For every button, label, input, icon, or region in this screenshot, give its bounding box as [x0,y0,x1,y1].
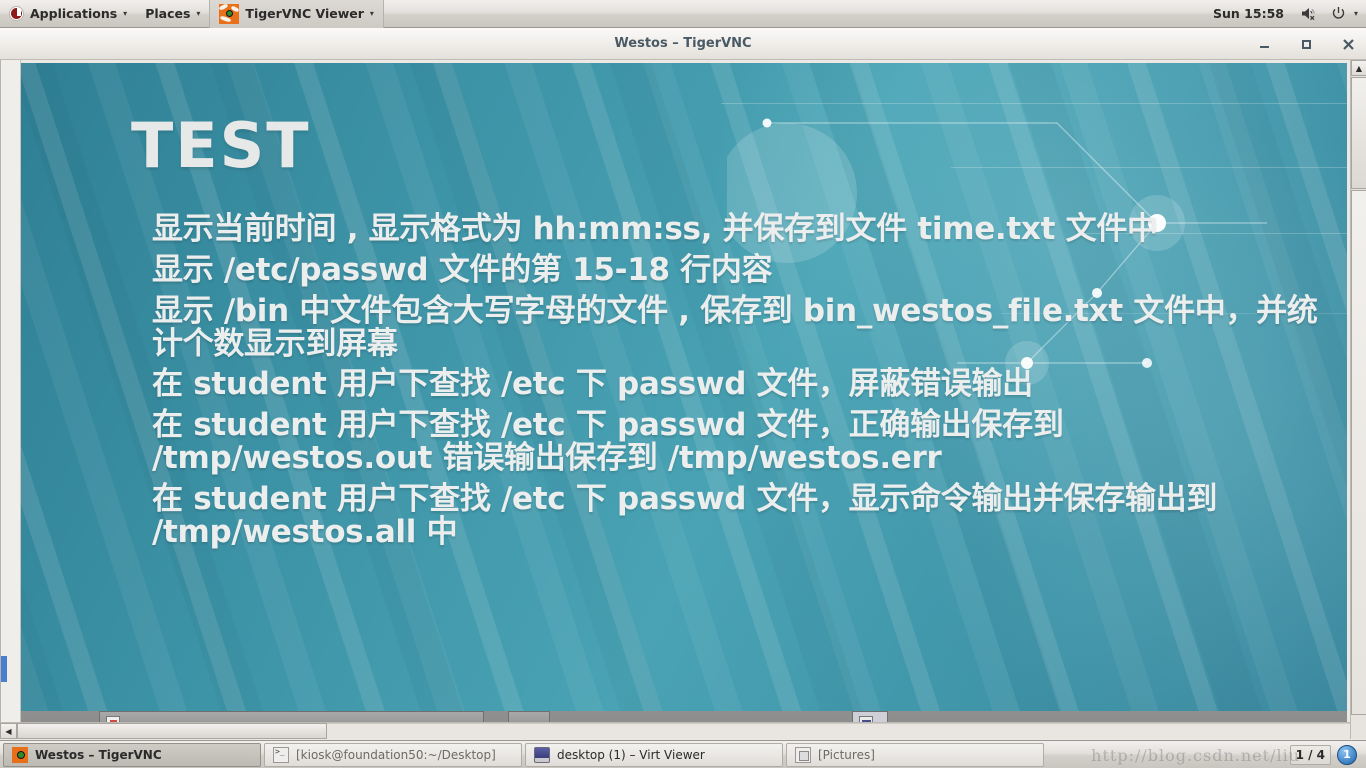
close-button[interactable] [1338,34,1358,54]
taskbar-item-label: [kiosk@foundation50:~/Desktop] [296,747,496,762]
pictures-icon [795,746,811,763]
slide-title: TEST [131,109,311,182]
screen-root: Applications ▾ Places ▾ TigerVNC Viewer … [0,0,1366,768]
taskbar-item-westos-tigervnc[interactable]: Westos – TigerVNC [3,742,261,767]
window-titlebar[interactable]: Westos – TigerVNC [0,28,1366,60]
chevron-down-icon: ▾ [369,8,374,18]
remote-taskbar[interactable] [21,711,1347,722]
slide-bullet: 在 student 用户下查找 /etc 下 passwd 文件，显示命令输出并… [152,481,1218,550]
top-panel-status-area: Sun 15:58 ▾ [1205,6,1366,21]
taskbar-item-pictures[interactable]: [Pictures] [786,742,1044,767]
scroll-left-button[interactable]: ◀ [0,723,17,739]
scroll-up-button[interactable]: ▲ [1351,60,1366,76]
remote-left-edge [1,60,21,722]
remote-task-button[interactable] [99,711,484,722]
slide-bullet: 显示 /etc/passwd 文件的第 15-18 行内容 [152,251,773,288]
window-menu-label: TigerVNC Viewer [245,6,364,21]
presentation-slide: TEST 显示当前时间 , 显示格式为 hh:mm:ss, 并保存到文件 tim… [21,63,1347,711]
remote-desktop[interactable]: TEST 显示当前时间 , 显示格式为 hh:mm:ss, 并保存到文件 tim… [21,63,1347,722]
clock[interactable]: Sun 15:58 [1205,6,1292,21]
slide-bullet: 显示 /bin 中文件包含大写字母的文件 , 保存到 bin_westos_fi… [152,292,1318,362]
chevron-down-icon: ▾ [123,8,128,18]
monitor-icon [534,746,550,763]
workspace-switcher[interactable]: 1 / 4 1 [1289,744,1363,765]
maximize-button[interactable] [1296,34,1316,54]
gnome-window-list-panel: Westos – TigerVNC [kiosk@foundation50:~/… [0,740,1366,768]
vnc-body: TEST 显示当前时间 , 显示格式为 hh:mm:ss, 并保存到文件 tim… [0,60,1366,739]
tiger-icon [12,746,28,763]
terminal-icon [273,746,289,763]
horizontal-scroll-thumb[interactable] [17,723,327,739]
window-title: Westos – TigerVNC [614,36,752,51]
window-menu-tigervnc[interactable]: TigerVNC Viewer ▾ [209,0,384,28]
horizontal-scrollbar[interactable]: ◀ [0,722,1350,739]
volume-muted-icon[interactable] [1294,6,1323,21]
vertical-scroll-thumb[interactable] [1351,77,1366,189]
applications-menu-label: Applications [30,6,118,21]
vertical-scrollbar[interactable]: ▲ [1350,60,1366,739]
chevron-down-icon: ▾ [196,8,201,18]
tigervnc-window: Westos – TigerVNC TEST 显示当前时间 , 显示格式为 hh… [0,28,1366,740]
vertical-scroll-track[interactable] [1351,190,1366,715]
remote-edge-highlight [1,656,7,682]
slide-bullet: 显示当前时间 , 显示格式为 hh:mm:ss, 并保存到文件 time.txt… [152,211,1158,247]
vnc-viewport[interactable]: TEST 显示当前时间 , 显示格式为 hh:mm:ss, 并保存到文件 tim… [0,60,1350,722]
places-menu[interactable]: Places ▾ [136,0,209,28]
taskbar-item-virt-viewer[interactable]: desktop (1) – Virt Viewer [525,742,783,767]
tiger-icon [219,3,240,24]
power-icon[interactable] [1325,6,1352,21]
taskbar-item-terminal[interactable]: [kiosk@foundation50:~/Desktop] [264,742,522,767]
slide-bullet: 在 student 用户下查找 /etc 下 passwd 文件，屏蔽错误输出 [152,366,1033,403]
chevron-down-icon[interactable]: ▾ [1354,9,1358,18]
slide-bullet: 在 student 用户下查找 /etc 下 passwd 文件，正确输出保存到… [152,407,1064,477]
remote-taskbar-items [21,711,1347,722]
remote-task-button[interactable] [852,711,888,722]
taskbar-item-label: desktop (1) – Virt Viewer [557,747,705,762]
window-controls [1254,28,1358,60]
taskbar-item-label: Westos – TigerVNC [35,747,162,762]
minimize-button[interactable] [1254,34,1274,54]
workspace-badge[interactable]: 1 [1337,744,1357,765]
fedora-logo-icon [9,6,24,21]
applications-menu[interactable]: Applications ▾ [0,0,136,28]
gnome-top-panel: Applications ▾ Places ▾ TigerVNC Viewer … [0,0,1366,28]
horizontal-scroll-track[interactable] [327,723,1350,739]
remote-task-button[interactable] [508,711,550,722]
places-menu-label: Places [145,6,191,21]
slide-bullet-list: 显示当前时间 , 显示格式为 hh:mm:ss, 并保存到文件 time.txt… [152,213,1322,557]
taskbar-item-label: [Pictures] [818,747,875,762]
workspace-count-label: 1 / 4 [1289,744,1331,765]
